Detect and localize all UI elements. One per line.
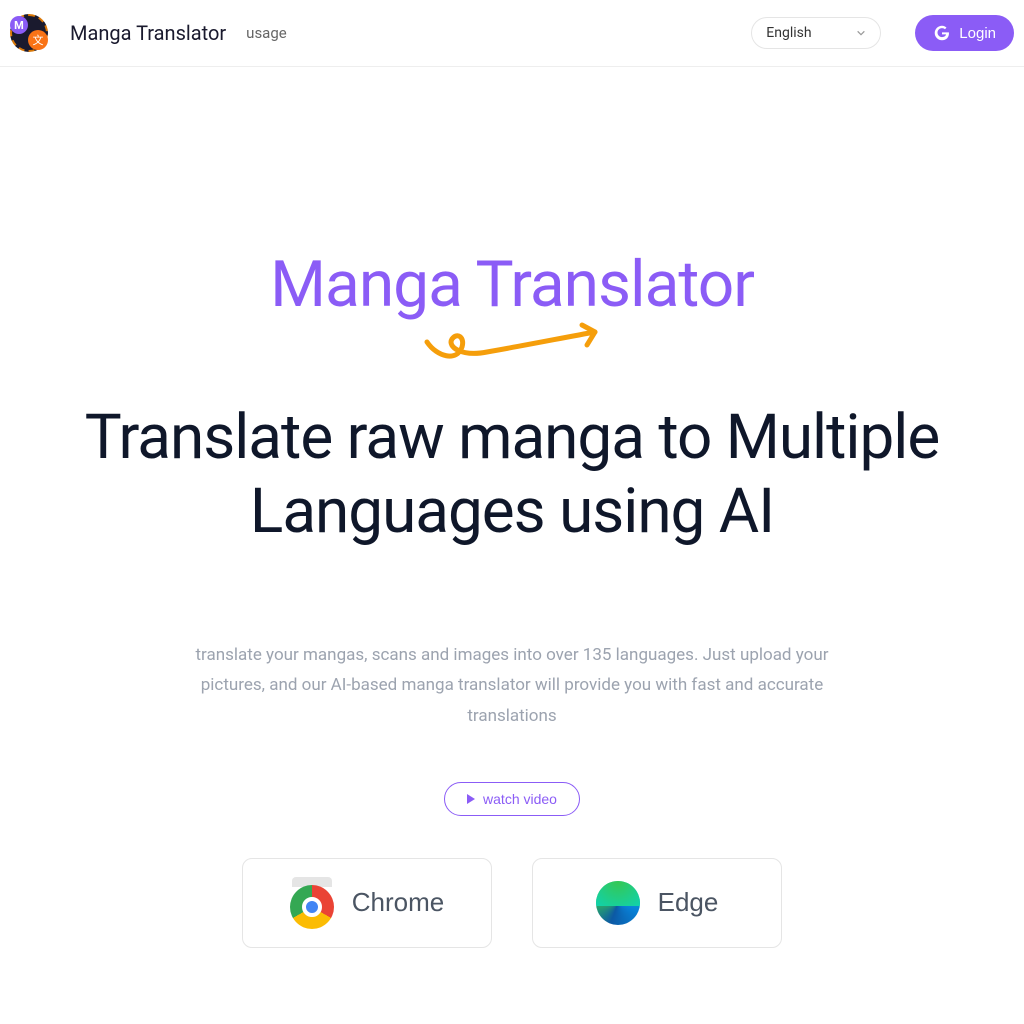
hero-section: Manga Translator Translate raw manga to …: [0, 67, 1024, 988]
google-icon: [933, 24, 951, 42]
chrome-label: Chrome: [352, 887, 444, 918]
title-main: Translate raw manga to Multiple Language…: [20, 401, 1004, 550]
chrome-icon: [290, 877, 334, 929]
login-button[interactable]: Login: [915, 15, 1014, 51]
brand-title[interactable]: Manga Translator: [70, 21, 226, 45]
edge-icon: [596, 881, 640, 925]
browser-buttons: Chrome Edge: [20, 858, 1004, 948]
edge-button[interactable]: Edge: [532, 858, 782, 948]
edge-label: Edge: [658, 887, 719, 918]
app-logo[interactable]: M 文: [10, 14, 50, 52]
chevron-down-icon: [856, 28, 866, 38]
title-accent: Manga Translator: [20, 247, 1004, 322]
login-label: Login: [959, 25, 996, 42]
language-select[interactable]: English: [751, 17, 881, 49]
nav-usage[interactable]: usage: [246, 24, 287, 42]
chrome-button[interactable]: Chrome: [242, 858, 492, 948]
watch-video-button[interactable]: watch video: [444, 782, 580, 816]
play-icon: [467, 794, 475, 804]
subtitle: translate your mangas, scans and images …: [192, 640, 832, 732]
header: M 文 Manga Translator usage English Login: [0, 0, 1024, 67]
language-value: English: [766, 25, 811, 41]
swirl-arrow-icon: [417, 317, 607, 367]
watch-video-label: watch video: [483, 791, 557, 807]
